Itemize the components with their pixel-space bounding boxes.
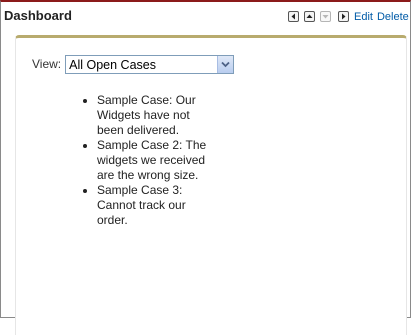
move-right-icon[interactable] bbox=[338, 11, 349, 22]
move-down-icon bbox=[320, 11, 331, 22]
dashboard-panel: View: All Open Cases Sample Case: Our Wi… bbox=[15, 35, 407, 335]
component-title: Dashboard bbox=[4, 8, 72, 23]
list-item[interactable]: Sample Case 2: The widgets we received a… bbox=[97, 138, 217, 183]
chevron-down-icon bbox=[221, 61, 230, 67]
view-label: View: bbox=[32, 57, 62, 71]
case-list: Sample Case: Our Widgets have not been d… bbox=[70, 93, 217, 228]
view-select[interactable]: All Open Cases bbox=[65, 54, 235, 74]
dropdown-button[interactable] bbox=[217, 55, 234, 73]
dashboard-component: Dashboard Edit Delete View: All Open Case… bbox=[0, 0, 411, 335]
edit-link[interactable]: Edit bbox=[354, 11, 373, 23]
view-select-value: All Open Cases bbox=[69, 57, 156, 72]
component-header: Dashboard Edit Delete bbox=[1, 2, 410, 30]
header-links: Edit Delete bbox=[354, 11, 409, 23]
list-item[interactable]: Sample Case 3: Cannot track our order. bbox=[97, 183, 217, 228]
move-left-icon[interactable] bbox=[288, 11, 299, 22]
move-up-icon[interactable] bbox=[304, 11, 315, 22]
delete-link[interactable]: Delete bbox=[377, 11, 409, 23]
view-filter: View: All Open Cases bbox=[32, 54, 235, 74]
list-item[interactable]: Sample Case: Our Widgets have not been d… bbox=[97, 93, 217, 138]
